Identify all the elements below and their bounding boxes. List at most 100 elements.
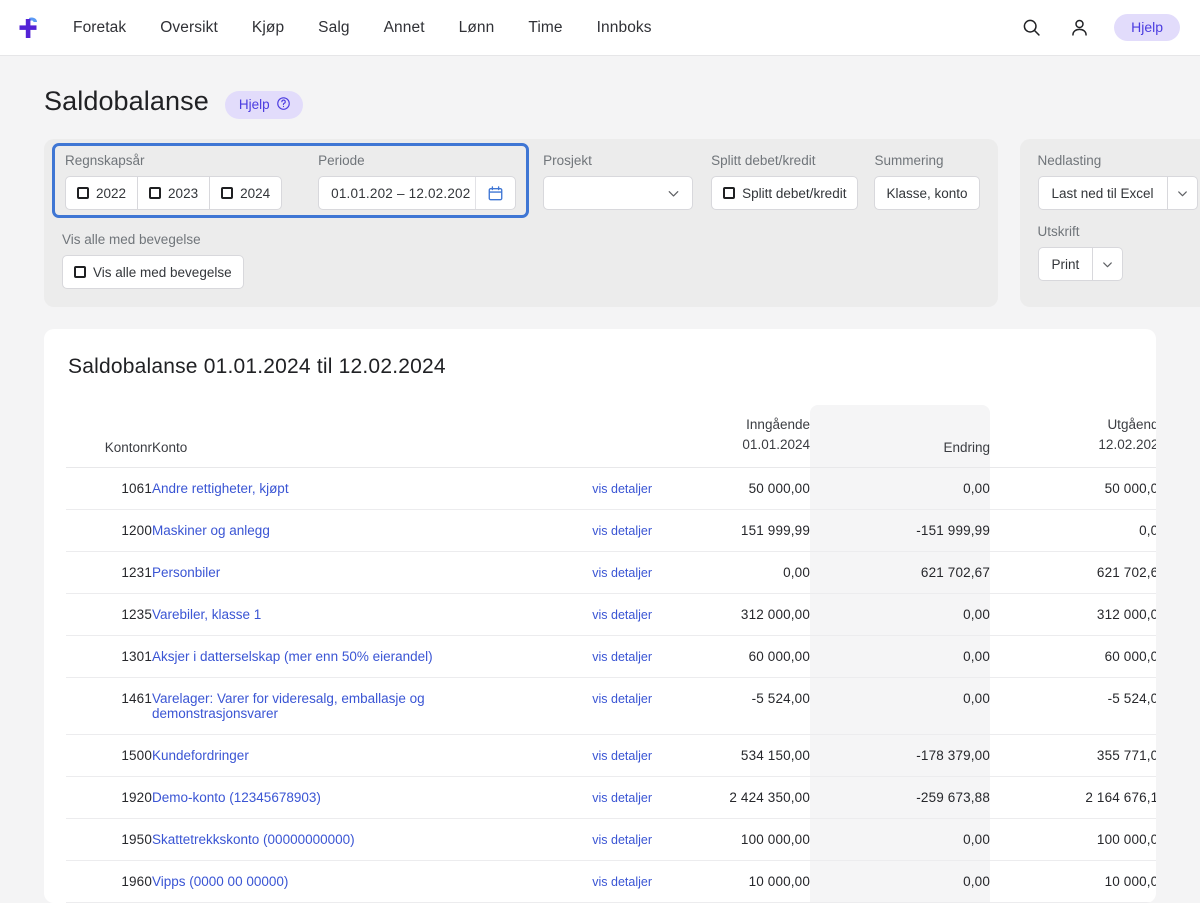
account-name-link[interactable]: Varebiler, klasse 1 <box>152 607 261 622</box>
show-details-link[interactable]: vis detaljer <box>592 749 652 763</box>
cell-closing-balance: 312 000,00 <box>990 593 1156 635</box>
page-container: Saldobalanse Hjelp Regnskapsår <box>0 56 1200 903</box>
filters-side-card: Nedlasting Last ned til Excel Utskrift P… <box>1020 139 1200 307</box>
cell-account-no: 1200 <box>66 509 152 551</box>
cell-opening-balance: 151 999,99 <box>652 509 810 551</box>
checkbox-icon[interactable] <box>221 187 233 199</box>
help-button-topnav[interactable]: Hjelp <box>1114 14 1180 41</box>
show-details-link[interactable]: vis detaljer <box>592 692 652 706</box>
show-details-link[interactable]: vis detaljer <box>592 791 652 805</box>
table-row: 1200Maskiner og anlegg vis detaljer151 99… <box>66 509 1156 551</box>
cell-change: 0,00 <box>810 677 990 734</box>
show-details-link[interactable]: vis detaljer <box>592 482 652 496</box>
column-header-account: Konto <box>152 405 532 467</box>
balance-table: Kontonr Konto Inngående 01.01.2024 Endri… <box>66 405 1156 902</box>
account-name-link[interactable]: Skattetrekkskonto (00000000000) <box>152 832 355 847</box>
nav-item-oversikt[interactable]: Oversikt <box>143 11 235 45</box>
cell-closing-balance: 621 702,67 <box>990 551 1156 593</box>
nav-item-salg[interactable]: Salg <box>301 11 366 45</box>
nav-item-annet[interactable]: Annet <box>367 11 442 45</box>
table-row: 1500Kundefordringervis detaljer534 150,0… <box>66 734 1156 776</box>
show-all-movement-label: Vis alle med bevegelse <box>62 232 980 248</box>
account-name-link[interactable]: Personbiler <box>152 565 220 580</box>
account-name-link[interactable]: Demo-konto (12345678903) <box>152 790 321 805</box>
top-navigation-bar: Foretak Oversikt Kjøp Salg Annet Lønn Ti… <box>0 0 1200 56</box>
show-details-link[interactable]: vis detaljer <box>592 566 652 580</box>
cell-opening-balance: 0,00 <box>652 551 810 593</box>
checkbox-icon[interactable] <box>74 266 86 278</box>
checkbox-icon[interactable] <box>723 187 735 199</box>
page-header: Saldobalanse Hjelp <box>44 56 1156 139</box>
cell-closing-balance: 355 771,00 <box>990 734 1156 776</box>
person-icon[interactable] <box>1066 14 1092 40</box>
show-all-movement-toggle[interactable]: Vis alle med bevegelse <box>62 255 244 289</box>
account-name-link[interactable]: Maskiner og anlegg <box>152 523 270 538</box>
calendar-icon[interactable] <box>475 177 515 209</box>
nav-item-time[interactable]: Time <box>511 11 579 45</box>
summation-button[interactable]: Klasse, konto <box>874 176 979 210</box>
filters-row: Regnskapsår 2022 2023 <box>44 139 1156 307</box>
nav-item-lonn[interactable]: Lønn <box>442 11 512 45</box>
split-debit-credit-toggle[interactable]: Splitt debet/kredit <box>711 176 858 210</box>
cell-change: -151 999,99 <box>810 509 990 551</box>
table-header-row: Kontonr Konto Inngående 01.01.2024 Endri… <box>66 405 1156 467</box>
print-button[interactable]: Print <box>1038 247 1094 281</box>
print-label: Utskrift <box>1038 224 1200 240</box>
table-row: 1061Andre rettigheter, kjøptvis detaljer… <box>66 467 1156 509</box>
account-name-link[interactable]: Aksjer i datterselskap (mer enn 50% eier… <box>152 649 433 664</box>
cell-account-no: 1500 <box>66 734 152 776</box>
show-details-link[interactable]: vis detaljer <box>592 608 652 622</box>
download-chevron-down-icon[interactable] <box>1168 176 1198 210</box>
column-header-opening-line1: Inngående <box>652 415 810 435</box>
cell-closing-balance: -5 524,00 <box>990 677 1156 734</box>
show-details-link[interactable]: vis detaljer <box>592 833 652 847</box>
cell-closing-balance: 10 000,00 <box>990 860 1156 902</box>
account-name-link[interactable]: Varelager: Varer for videresalg, emballa… <box>152 691 425 721</box>
summation-button-label: Klasse, konto <box>886 186 967 201</box>
account-name-link[interactable]: Andre rettigheter, kjøpt <box>152 481 289 496</box>
fiken-f-logo[interactable] <box>10 11 44 45</box>
account-name-link[interactable]: Vipps (0000 00 00000) <box>152 874 288 889</box>
show-details-link[interactable]: vis detaljer <box>592 875 652 889</box>
show-details-link[interactable]: vis detaljer <box>592 650 652 664</box>
fiscal-year-2023-label: 2023 <box>168 186 198 201</box>
fiscal-year-options: 2022 2023 2024 <box>65 176 282 210</box>
download-excel-button[interactable]: Last ned til Excel <box>1038 176 1168 210</box>
split-debit-credit-group: Splitt debet/kredit Splitt debet/kredit <box>711 153 858 210</box>
period-group: Periode 01.01.202 – 12.02.202 <box>318 153 516 210</box>
fiscal-year-group: Regnskapsår 2022 2023 <box>65 153 282 210</box>
cell-change: 0,00 <box>810 593 990 635</box>
nav-item-kjop[interactable]: Kjøp <box>235 11 301 45</box>
cell-change: 621 702,67 <box>810 551 990 593</box>
column-header-opening-line2: 01.01.2024 <box>652 435 810 455</box>
page-help-button[interactable]: Hjelp <box>225 91 303 119</box>
cell-change: 0,00 <box>810 818 990 860</box>
cell-closing-balance: 50 000,00 <box>990 467 1156 509</box>
question-circle-icon <box>276 96 291 114</box>
column-header-closing: Utgående 12.02.2024 <box>990 405 1156 467</box>
period-date-range-input[interactable]: 01.01.202 – 12.02.202 <box>318 176 516 210</box>
column-header-account-no: Kontonr <box>66 405 152 467</box>
cell-opening-balance: 312 000,00 <box>652 593 810 635</box>
summation-group: Summering Klasse, konto <box>874 153 979 210</box>
search-icon[interactable] <box>1018 14 1044 40</box>
table-row: 1920Demo-konto (12345678903)vis detaljer… <box>66 776 1156 818</box>
chevron-down-icon <box>665 185 682 202</box>
checkbox-icon[interactable] <box>77 187 89 199</box>
nav-item-innboks[interactable]: Innboks <box>580 11 669 45</box>
checkbox-icon[interactable] <box>149 187 161 199</box>
cell-closing-balance: 0,00 <box>990 509 1156 551</box>
column-header-opening: Inngående 01.01.2024 <box>652 405 810 467</box>
print-chevron-down-icon[interactable] <box>1093 247 1123 281</box>
show-details-link[interactable]: vis detaljer <box>592 524 652 538</box>
fiscal-year-2023[interactable]: 2023 <box>137 176 210 210</box>
balance-table-head: Kontonr Konto Inngående 01.01.2024 Endri… <box>66 405 1156 467</box>
fiscal-year-2022[interactable]: 2022 <box>65 176 138 210</box>
account-name-link[interactable]: Kundefordringer <box>152 748 249 763</box>
cell-account-no: 1950 <box>66 818 152 860</box>
fiscal-year-2024[interactable]: 2024 <box>209 176 282 210</box>
report-card: Saldobalanse 01.01.2024 til 12.02.2024 K… <box>44 329 1156 902</box>
balance-table-body: 1061Andre rettigheter, kjøptvis detaljer… <box>66 467 1156 902</box>
nav-item-foretak[interactable]: Foretak <box>56 11 143 45</box>
project-select[interactable] <box>543 176 693 210</box>
